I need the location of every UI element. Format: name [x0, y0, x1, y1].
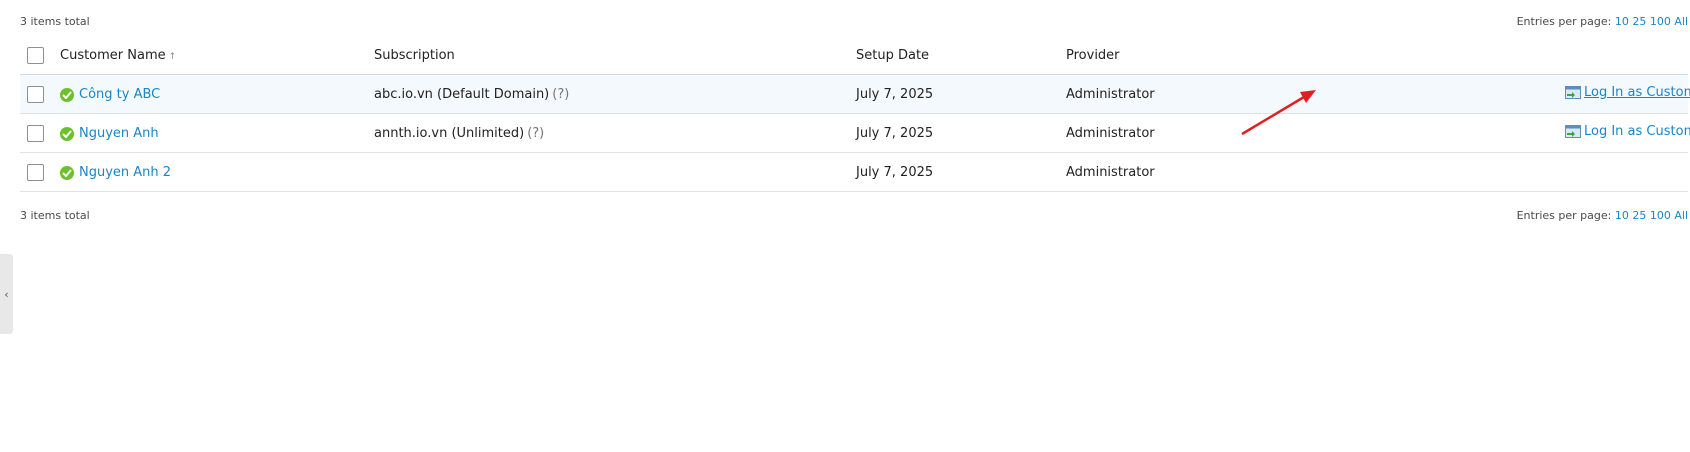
- items-total: 3 items total: [20, 209, 90, 222]
- setup-date-cell: July 7, 2025: [856, 113, 1066, 153]
- status-ok-icon: [60, 166, 74, 180]
- subscription-help-link[interactable]: (?): [527, 126, 544, 141]
- table-row: Công ty ABC abc.io.vn (Default Domain) (?…: [20, 74, 1690, 114]
- status-ok-icon: [60, 88, 74, 102]
- sort-ascending-icon: ↑: [168, 51, 177, 62]
- page-size-10[interactable]: 10: [1615, 15, 1629, 28]
- row-select-cell: [20, 74, 60, 114]
- page-size-100[interactable]: 100: [1650, 15, 1671, 28]
- page-size-25[interactable]: 25: [1632, 15, 1646, 28]
- page-size-all[interactable]: All: [1674, 15, 1688, 28]
- page-size-25[interactable]: 25: [1632, 209, 1646, 222]
- log-in-as-customer-label[interactable]: Log In as Customer: [1584, 85, 1690, 100]
- list-meta-top: 3 items total Entries per page: 10 25 10…: [20, 15, 1690, 31]
- customer-name-link[interactable]: Công ty ABC: [79, 87, 160, 102]
- provider-cell: Administrator: [1066, 152, 1313, 192]
- customers-page: 3 items total Entries per page: 10 25 10…: [0, 0, 1690, 452]
- select-all-checkbox[interactable]: [27, 46, 44, 64]
- login-window-icon: [1565, 125, 1581, 138]
- action-cell: Log In as Customer: [1313, 113, 1690, 153]
- subscription-header[interactable]: Subscription: [374, 36, 856, 75]
- subscription-help-link[interactable]: (?): [552, 87, 569, 102]
- row-select-cell: [20, 113, 60, 153]
- entries-per-page-label: Entries per page:: [1516, 15, 1612, 28]
- row-select-cell: [20, 152, 60, 192]
- setup-date-header[interactable]: Setup Date: [856, 36, 1066, 75]
- action-cell: Log In as Customer: [1313, 74, 1690, 114]
- customer-name-cell: Nguyen Anh: [60, 113, 374, 153]
- entries-per-page: Entries per page: 10 25 100 All: [1517, 209, 1688, 222]
- customer-name-link[interactable]: Nguyen Anh: [79, 126, 159, 141]
- customer-name-cell: Công ty ABC: [60, 74, 374, 114]
- log-in-as-customer-label[interactable]: Log In as Customer: [1584, 124, 1690, 139]
- login-window-icon: [1565, 86, 1581, 99]
- log-in-as-customer-link[interactable]: Log In as Customer: [1565, 124, 1690, 139]
- table-row: Nguyen Anh 2 July 7, 2025 Administrator: [20, 152, 1688, 192]
- log-in-as-customer-link[interactable]: Log In as Customer: [1565, 85, 1690, 100]
- setup-date-cell: July 7, 2025: [856, 152, 1066, 192]
- provider-header[interactable]: Provider: [1066, 36, 1313, 75]
- items-total: 3 items total: [20, 15, 90, 28]
- customer-name-link[interactable]: Nguyen Anh 2: [79, 165, 171, 180]
- customer-name-cell: Nguyen Anh 2: [60, 152, 374, 192]
- subscription-cell: annth.io.vn (Unlimited) (?): [374, 113, 856, 153]
- subscription-cell: abc.io.vn (Default Domain) (?): [374, 74, 856, 114]
- page-size-all[interactable]: All: [1674, 209, 1688, 222]
- status-ok-icon: [60, 127, 74, 141]
- sidebar-toggle-handle[interactable]: ‹: [0, 254, 13, 334]
- customer-name-header-label[interactable]: Customer Name: [60, 48, 166, 63]
- page-size-100[interactable]: 100: [1650, 209, 1671, 222]
- table-row: Nguyen Anh annth.io.vn (Unlimited) (?) Ju…: [20, 113, 1690, 153]
- row-checkbox[interactable]: [27, 163, 44, 181]
- annotation-arrow: [1241, 90, 1316, 136]
- chevron-left-icon: ‹: [4, 287, 9, 301]
- table-header-row: Customer Name ↑ Subscription Setup Date P…: [20, 36, 1688, 75]
- entries-per-page-label: Entries per page:: [1516, 209, 1612, 222]
- setup-date-cell: July 7, 2025: [856, 74, 1066, 114]
- row-checkbox[interactable]: [27, 124, 44, 142]
- customers-table: Customer Name ↑ Subscription Setup Date P…: [20, 36, 1690, 192]
- entries-per-page: Entries per page: 10 25 100 All: [1517, 15, 1688, 28]
- row-checkbox[interactable]: [27, 85, 44, 103]
- subscription-cell: [374, 152, 856, 192]
- subscription-text: abc.io.vn (Default Domain): [374, 86, 550, 102]
- list-meta-bottom: 3 items total Entries per page: 10 25 10…: [20, 209, 1690, 225]
- action-header: [1313, 36, 1688, 75]
- action-cell: [1313, 152, 1688, 192]
- page-size-10[interactable]: 10: [1615, 209, 1629, 222]
- customer-name-header[interactable]: Customer Name ↑: [60, 36, 374, 75]
- select-all-cell: [20, 36, 60, 75]
- subscription-text: annth.io.vn (Unlimited): [374, 125, 525, 141]
